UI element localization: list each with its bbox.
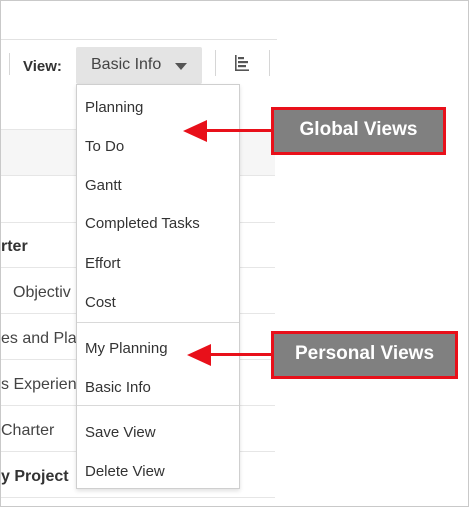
menu-item-save-view[interactable]: Save View (77, 413, 239, 449)
arrow-shaft (209, 353, 273, 356)
menu-item-label: Cost (85, 294, 116, 311)
menu-item-delete-view[interactable]: Delete View (77, 452, 239, 488)
callout-label: Personal Views (294, 343, 435, 364)
menu-item-label: Save View (85, 424, 156, 441)
menu-divider (77, 322, 239, 323)
view-dropdown[interactable]: Basic Info (76, 47, 202, 84)
menu-item-label: Completed Tasks (85, 215, 200, 232)
table-row: Charter (1, 422, 55, 439)
menu-item-to-do[interactable]: To Do (77, 127, 239, 163)
view-dropdown-value: Basic Info (91, 56, 162, 73)
menu-item-label: Delete View (85, 463, 165, 480)
menu-item-gantt[interactable]: Gantt (77, 166, 239, 202)
view-menu: Planning To Do Gantt Completed Tasks Eff… (76, 84, 240, 489)
menu-item-label: Gantt (85, 177, 122, 194)
arrow-shaft (205, 129, 273, 132)
screenshot-frame: View: Basic Info rter Objectiv es and Pl… (0, 0, 469, 507)
menu-item-my-planning[interactable]: My Planning (77, 329, 239, 365)
toolbar: View: Basic Info (1, 39, 277, 86)
menu-divider (77, 405, 239, 406)
arrow-head (187, 344, 211, 366)
menu-item-cost[interactable]: Cost (77, 283, 239, 319)
view-label: View: (23, 58, 62, 75)
chevron-down-icon (175, 63, 187, 70)
menu-item-planning[interactable]: Planning (77, 88, 239, 124)
menu-item-label: Basic Info (85, 379, 151, 396)
toolbar-divider (215, 50, 216, 76)
table-row: y Project (1, 468, 69, 485)
arrow-head (183, 120, 207, 142)
callout-label: Global Views (299, 119, 418, 140)
menu-item-label: To Do (85, 138, 125, 155)
menu-item-label: Planning (85, 99, 144, 116)
personal-views-callout: Personal Views (271, 331, 458, 379)
menu-item-basic-info[interactable]: Basic Info (77, 368, 239, 404)
menu-item-effort[interactable]: Effort (77, 244, 239, 280)
table-row: s Experien (1, 376, 77, 393)
menu-item-label: Effort (85, 255, 121, 272)
toolbar-divider (269, 50, 270, 76)
toolbar-divider (9, 53, 10, 75)
menu-item-completed-tasks[interactable]: Completed Tasks (77, 204, 239, 240)
menu-item-label: My Planning (85, 340, 168, 357)
bar-chart-icon[interactable] (233, 54, 251, 72)
row-divider (1, 497, 275, 498)
table-row: rter (1, 238, 28, 255)
global-views-callout: Global Views (271, 107, 446, 155)
table-row: Objectiv (13, 284, 71, 301)
table-row: es and Pla (1, 330, 77, 347)
